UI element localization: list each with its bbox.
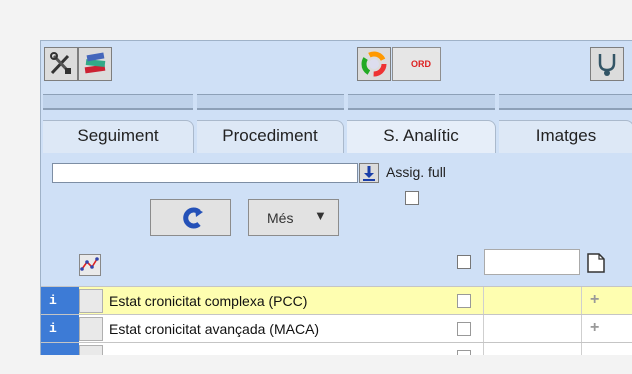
books-icon [84,52,106,74]
header-input[interactable] [484,249,580,275]
books-button[interactable] [78,47,112,81]
list-item[interactable]: i Estat cronicitat complexa (PCC) + [41,286,632,315]
tools-button[interactable] [44,47,78,81]
new-document-icon[interactable] [587,253,605,273]
column-divider [581,315,582,343]
row-checkbox[interactable] [457,350,471,355]
main-panel: ORD Seguiment Procediment S. Analític Im… [40,40,632,355]
separator [43,94,193,110]
column-divider [483,287,484,315]
tab-seguiment[interactable]: Seguiment [43,120,194,153]
row-handle[interactable] [79,289,103,313]
tab-bar: Seguiment Procediment S. Analític Imatge… [41,114,632,153]
line-chart-icon [80,257,99,271]
column-divider [483,315,484,343]
info-button[interactable]: i [41,287,79,315]
column-divider [483,343,484,355]
ord-button[interactable]: ORD [392,47,441,81]
separator-bar [41,91,632,111]
row-checkbox[interactable] [457,322,471,336]
refresh-circle-icon [361,51,387,77]
separator [197,94,344,110]
download-arrow-icon [363,166,375,181]
mes-dropdown-button[interactable]: Més ▼ [248,199,339,236]
tab-imatges[interactable]: Imatges [499,120,632,153]
tools-icon [50,52,71,75]
info-glyph: i [49,293,57,308]
add-icon[interactable]: + [590,291,599,309]
caret-down-icon: ▼ [314,208,327,223]
separator [499,94,632,110]
mes-label: Més [267,210,294,226]
graph-button[interactable] [79,254,101,276]
info-button[interactable] [41,343,79,355]
toolbar: ORD [41,41,632,91]
download-button[interactable] [359,163,379,183]
assig-full-label: Assig. full [386,164,446,180]
row-handle[interactable] [79,345,103,355]
ord-label: ORD [411,59,431,69]
row-checkbox[interactable] [457,294,471,308]
list-item[interactable]: i Estat cronicitat avançada (MACA) + [41,314,632,343]
add-icon[interactable]: + [590,319,599,337]
row-label: Estat cronicitat complexa (PCC) [109,293,308,309]
info-glyph: i [49,321,57,336]
refresh-circle-button[interactable] [357,47,391,81]
column-divider [581,343,582,355]
column-divider [581,287,582,315]
stethoscope-icon [598,54,616,76]
stethoscope-button[interactable] [590,47,624,81]
row-handle[interactable] [79,317,103,341]
list-item[interactable] [41,342,632,355]
row-label: Estat cronicitat avançada (MACA) [109,321,320,337]
select-all-checkbox[interactable] [457,255,471,269]
separator [348,94,495,110]
refresh-icon [183,207,203,229]
refresh-button[interactable] [150,199,231,236]
filter-input[interactable] [52,163,358,183]
info-button[interactable]: i [41,315,79,343]
tab-s-analitic[interactable]: S. Analític [347,120,496,153]
tab-procediment[interactable]: Procediment [197,120,344,153]
assig-full-checkbox[interactable] [405,191,419,205]
